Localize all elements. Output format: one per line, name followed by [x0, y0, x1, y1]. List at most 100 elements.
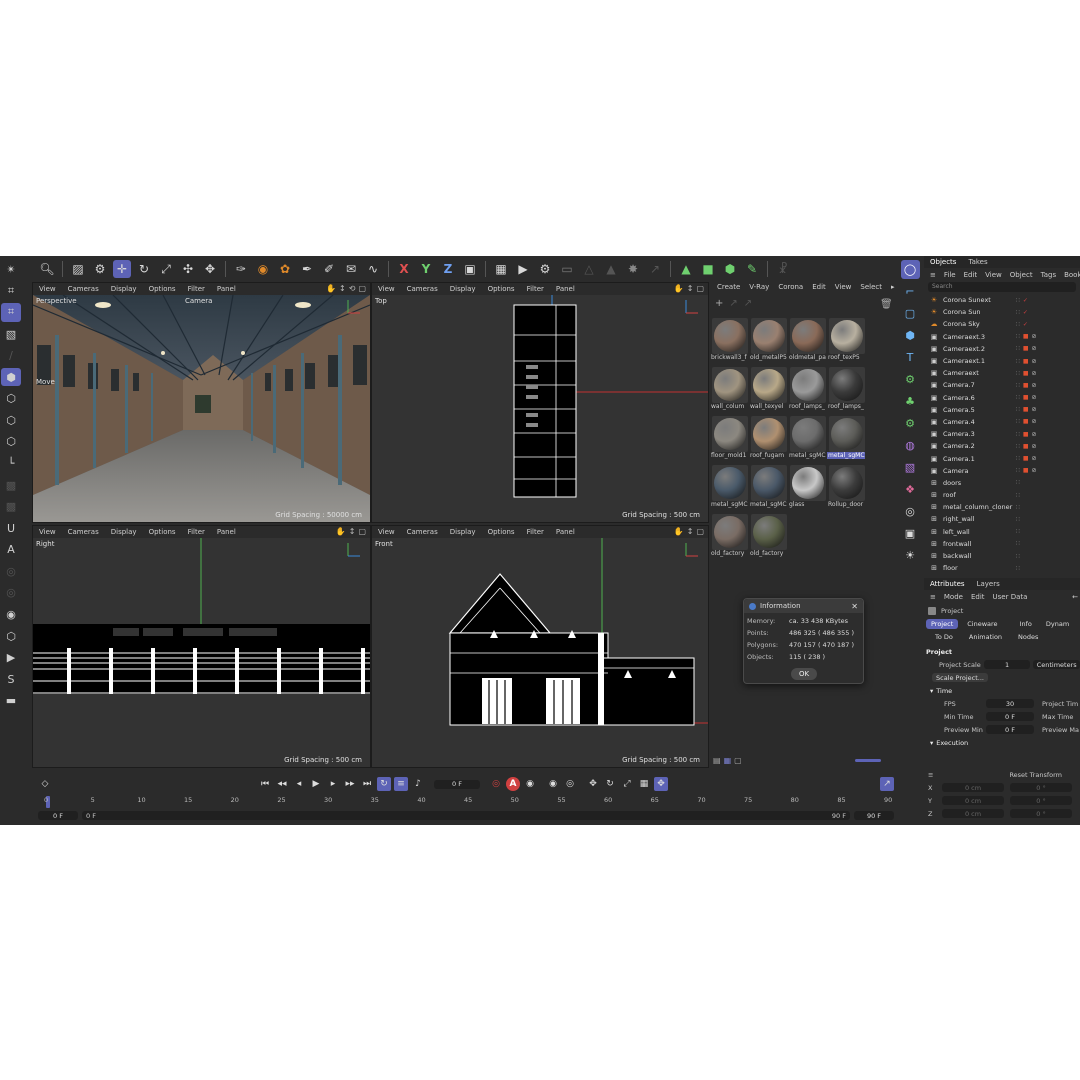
menu-panel[interactable]: Panel: [217, 285, 236, 293]
material-swatch[interactable]: glass: [788, 465, 827, 510]
material-swatch[interactable]: roof_fugam: [749, 416, 788, 461]
cloner-icon[interactable]: ♣: [901, 392, 920, 411]
cube-icon[interactable]: ⬢: [901, 326, 920, 345]
hamburger-icon[interactable]: ≡: [928, 771, 933, 779]
position-field[interactable]: 0 cm: [942, 796, 1004, 805]
pan-icon[interactable]: ✋: [674, 527, 684, 536]
record-position-icon[interactable]: ✥: [586, 777, 600, 791]
dolly-icon[interactable]: ↕: [349, 527, 356, 536]
ok-button[interactable]: OK: [791, 668, 817, 680]
paint-icon[interactable]: ✿: [276, 260, 294, 278]
menu-file[interactable]: File: [944, 271, 956, 279]
menu-display[interactable]: Display: [450, 528, 476, 536]
menu-select[interactable]: Select: [860, 283, 882, 291]
keyframe-diamond-icon[interactable]: ◇: [38, 777, 52, 791]
figure-icon[interactable]: ☧: [774, 260, 792, 278]
knife-icon[interactable]: ✐: [320, 260, 338, 278]
visibility-dots-icon[interactable]: ∷: [1016, 492, 1020, 499]
visibility-dots-icon[interactable]: ∷: [1016, 540, 1020, 547]
tab-nodes[interactable]: Nodes: [1013, 632, 1043, 642]
brush-icon[interactable]: ◉: [254, 260, 272, 278]
timeline-ruler[interactable]: 0 5 10 15 20 25 30 35 40 45 50 55 60 65 70 75 80 85 90: [44, 796, 892, 810]
material-link-icon[interactable]: ↗: [744, 298, 752, 309]
protection-tag-icon[interactable]: ⊘: [1032, 431, 1037, 438]
tab-cineware[interactable]: Cineware: [962, 619, 1002, 629]
visibility-dots-icon[interactable]: ∷: [1016, 297, 1020, 304]
maximize-icon[interactable]: ▢: [358, 284, 366, 293]
menu-bookmarks[interactable]: Bookmar: [1064, 271, 1080, 279]
deformer-icon[interactable]: ◍: [901, 436, 920, 455]
brush-mode-icon[interactable]: ∕: [1, 346, 21, 365]
object-row[interactable]: ⊞ metal_column_cloner ∷: [924, 501, 1080, 513]
object-row[interactable]: ⊞ left_wall ∷: [924, 526, 1080, 538]
next-frame-icon[interactable]: ▸: [326, 777, 340, 791]
protection-tag-icon[interactable]: ⊘: [1032, 370, 1037, 377]
menu-view[interactable]: View: [378, 285, 395, 293]
object-row[interactable]: ⊞ floor ∷: [924, 562, 1080, 574]
reset-transform-button[interactable]: Reset Transform: [1009, 771, 1062, 779]
front-view-canvas[interactable]: [372, 538, 708, 767]
maximize-icon[interactable]: ▢: [696, 284, 704, 293]
back-arrow-icon[interactable]: ←: [1072, 593, 1078, 601]
object-row[interactable]: ⊞ doors ∷: [924, 477, 1080, 489]
current-frame-field[interactable]: 0 F: [434, 779, 480, 789]
menu-options[interactable]: Options: [149, 528, 176, 536]
camera-tag-icon[interactable]: ■: [1023, 394, 1029, 401]
list-view-icon[interactable]: ▤: [713, 756, 721, 765]
object-row[interactable]: ▣ Camera.2 ∷ ■ ⊘: [924, 440, 1080, 452]
x-axis-icon[interactable]: X: [395, 260, 413, 278]
menu-cameras[interactable]: Cameras: [68, 528, 99, 536]
sound-icon[interactable]: ♪: [411, 777, 425, 791]
tab-project[interactable]: Project: [926, 618, 959, 629]
corona-tools-icon[interactable]: ✎: [743, 260, 761, 278]
camera-tag-icon[interactable]: ■: [1023, 418, 1029, 425]
move-tool-icon[interactable]: ✛: [113, 260, 131, 278]
camera-tag-icon[interactable]: ■: [1023, 370, 1029, 377]
tab-animation[interactable]: Animation: [964, 632, 1007, 642]
range-slider[interactable]: 0 F 90 F: [82, 811, 850, 820]
snap-icon[interactable]: ▩: [1, 476, 21, 495]
lasso-icon[interactable]: ∿: [364, 260, 382, 278]
material-swatch[interactable]: old_factory: [710, 514, 749, 559]
material-swatch[interactable]: metal_sgMC: [710, 465, 749, 510]
menu-filter[interactable]: Filter: [527, 285, 544, 293]
material-swatch[interactable]: oldmetal_pa: [788, 318, 827, 363]
material-swatch[interactable]: old_factory: [749, 514, 788, 559]
add-material-icon[interactable]: +: [715, 298, 723, 309]
material-swatch[interactable]: metal_sgMC: [788, 416, 827, 461]
visibility-dots-icon[interactable]: ∷: [1016, 333, 1020, 340]
object-row[interactable]: ▣ Cameraext ∷ ■ ⊘: [924, 367, 1080, 379]
menu-cameras[interactable]: Cameras: [68, 285, 99, 293]
polygon-pen-icon[interactable]: △: [580, 260, 598, 278]
right-viewport[interactable]: View Cameras Display Options Filter Pane…: [32, 525, 371, 768]
volume-icon[interactable]: ❖: [901, 480, 920, 499]
perspective-viewport[interactable]: View Cameras Display Options Filter Pane…: [32, 282, 371, 523]
workplane-icon[interactable]: ⌗: [1, 282, 21, 301]
object-row[interactable]: ⊞ frontwall ∷: [924, 538, 1080, 550]
camera-icon[interactable]: ▣: [901, 524, 920, 543]
tab-dynamics[interactable]: Dynam: [1041, 619, 1074, 629]
folder-icon[interactable]: ▬: [1, 692, 21, 711]
menu-edit[interactable]: Edit: [971, 593, 985, 601]
protection-tag-icon[interactable]: ⊘: [1032, 333, 1037, 340]
menu-options[interactable]: Options: [149, 285, 176, 293]
visibility-dots-icon[interactable]: ∷: [1016, 516, 1020, 523]
top-view-canvas[interactable]: [372, 295, 708, 522]
material-arrow-icon[interactable]: ↗: [729, 298, 737, 309]
menu-display[interactable]: Display: [450, 285, 476, 293]
menu-view[interactable]: View: [39, 285, 56, 293]
menu-view[interactable]: View: [378, 528, 395, 536]
visibility-dots-icon[interactable]: ∷: [1016, 309, 1020, 316]
record-pla-icon[interactable]: ✥: [654, 777, 668, 791]
material-swatch[interactable]: wall_colum: [710, 367, 749, 412]
menu-tags[interactable]: Tags: [1041, 271, 1057, 279]
visibility-dots-icon[interactable]: ∷: [1016, 479, 1020, 486]
menu-view[interactable]: View: [835, 283, 852, 291]
autokey-icon[interactable]: A: [506, 777, 520, 791]
hamburger-icon[interactable]: ≡: [930, 593, 936, 601]
menu-display[interactable]: Display: [111, 528, 137, 536]
render-view-icon[interactable]: ▦: [492, 260, 510, 278]
visibility-dots-icon[interactable]: ∷: [1016, 382, 1020, 389]
material-swatch[interactable]: brickwall3_f: [710, 318, 749, 363]
rectangle-icon[interactable]: ▢: [901, 304, 920, 323]
